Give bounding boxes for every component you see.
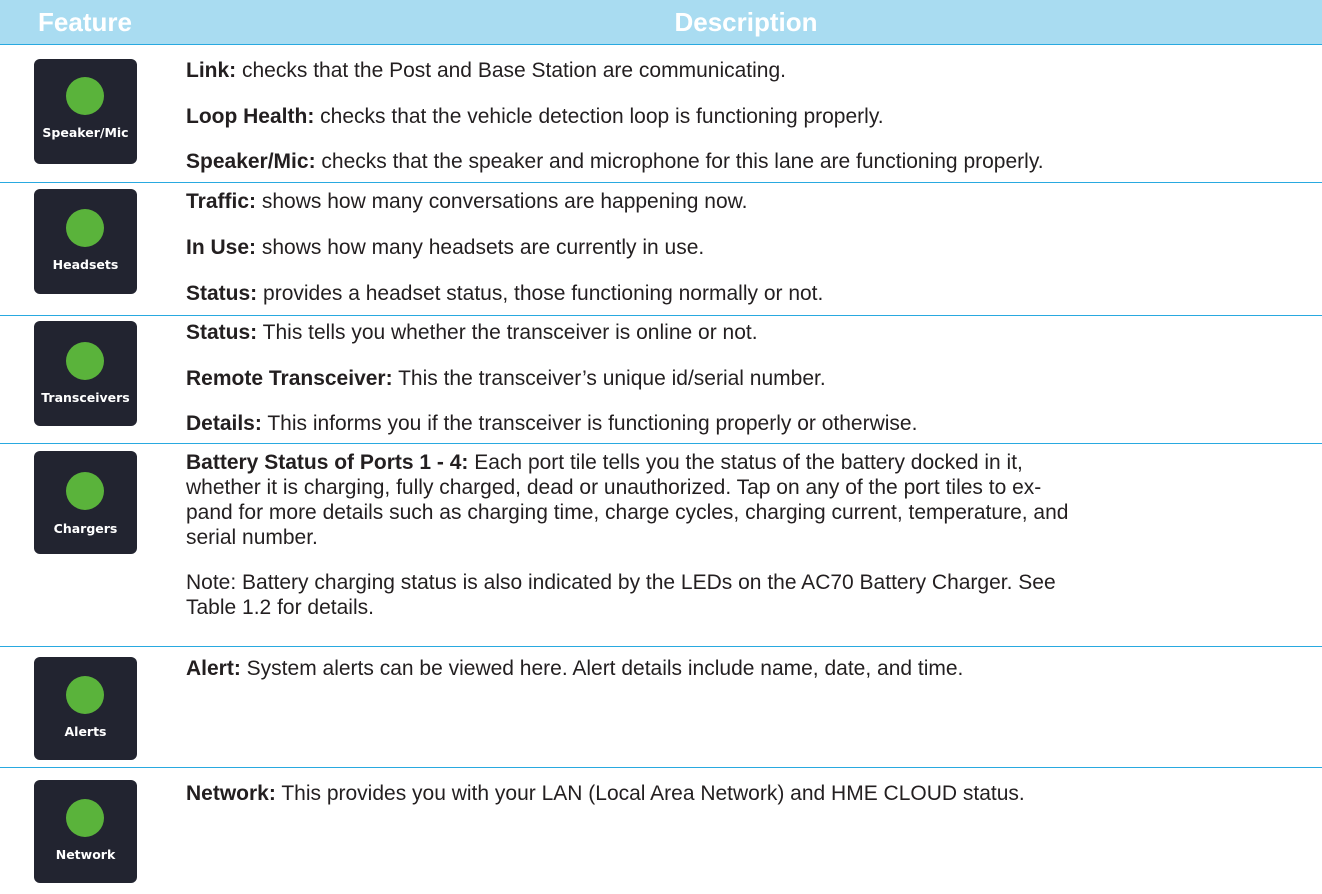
description-line: Status: This tells you whether the trans… (186, 320, 1311, 346)
description-line: Speaker/Mic: checks that the speaker and… (186, 149, 1311, 175)
feature-text: This tells you whether the transceiver i… (257, 321, 758, 344)
feature-text: This the transceiver’s unique id/serial … (392, 367, 826, 390)
feature-text: checks that the Post and Base Station ar… (236, 59, 786, 82)
row-divider (0, 44, 1322, 45)
feature-text: This informs you if the transceiver is f… (261, 412, 918, 435)
row-divider (0, 182, 1322, 183)
table-header: Feature Description (0, 0, 1322, 44)
status-dot-icon (66, 472, 104, 510)
description-line: Loop Health: checks that the vehicle det… (186, 104, 1311, 130)
tile-label: Transceivers (41, 390, 130, 405)
headsets-tile: Headsets (34, 189, 137, 294)
status-dot-icon (66, 342, 104, 380)
feature-term: In Use: (186, 236, 257, 259)
description-line: Battery Status of Ports 1 - 4: Each port… (186, 450, 1311, 476)
feature-text: serial number. (186, 526, 318, 549)
feature-term: Speaker/Mic: (186, 150, 316, 173)
tile-label: Headsets (52, 257, 119, 272)
tile-label: Network (55, 847, 116, 862)
status-dot-icon (66, 799, 104, 837)
feature-text: This provides you with your LAN (Local A… (275, 782, 1025, 805)
status-dot-icon (66, 77, 104, 115)
description-line: whether it is charging, fully charged, d… (186, 475, 1311, 501)
feature-term: Remote Transceiver: (186, 367, 393, 390)
status-dot-icon (66, 676, 104, 714)
feature-term: Traffic: (186, 190, 257, 213)
chargers-tile: Chargers (34, 451, 137, 554)
feature-term: Details: (186, 412, 262, 435)
description-line: Status: provides a headset status, those… (186, 281, 1311, 307)
description-line: pand for more details such as charging t… (186, 500, 1311, 526)
note-text: Table 1.2 for details. (186, 596, 374, 619)
header-description: Description (674, 7, 818, 37)
feature-text: Each port tile tells you the status of t… (468, 451, 1023, 474)
description-line: Traffic: shows how many conversations ar… (186, 189, 1311, 215)
feature-term: Status: (186, 282, 258, 305)
description-line: serial number. (186, 525, 1311, 551)
description-line: In Use: shows how many headsets are curr… (186, 235, 1311, 261)
feature-term: Status: (186, 321, 258, 344)
feature-term: Network: (186, 782, 276, 805)
feature-term: Loop Health: (186, 105, 315, 128)
feature-text: shows how many conversations are happeni… (256, 190, 748, 213)
feature-text: shows how many headsets are currently in… (256, 236, 705, 259)
feature-term: Link: (186, 59, 237, 82)
header-feature: Feature (38, 7, 132, 37)
feature-text: whether it is charging, fully charged, d… (186, 476, 1042, 499)
tile-label: Chargers (53, 521, 118, 536)
transceivers-tile: Transceivers (34, 321, 137, 426)
tile-label: Alerts (64, 724, 107, 739)
description-line: Details: This informs you if the transce… (186, 411, 1311, 437)
note-line: Table 1.2 for details. (186, 595, 1311, 621)
speaker-mic-tile: Speaker/Mic (34, 59, 137, 164)
status-dot-icon (66, 209, 104, 247)
feature-term: Alert: (186, 657, 241, 680)
description-line: Network: This provides you with your LAN… (186, 781, 1311, 807)
feature-text: provides a headset status, those functio… (257, 282, 824, 305)
feature-text: System alerts can be viewed here. Alert … (240, 657, 964, 680)
feature-term: Battery Status of Ports 1 - 4: (186, 451, 469, 474)
tile-label: Speaker/Mic (42, 125, 129, 140)
row-divider (0, 767, 1322, 768)
network-tile: Network (34, 780, 137, 883)
row-divider (0, 443, 1322, 444)
row-divider (0, 646, 1322, 647)
note-line: Note: Battery charging status is also in… (186, 570, 1311, 596)
description-line: Remote Transceiver: This the transceiver… (186, 366, 1311, 392)
description-line: Link: checks that the Post and Base Stat… (186, 58, 1311, 84)
feature-text: checks that the speaker and microphone f… (315, 150, 1044, 173)
row-divider (0, 315, 1322, 316)
alerts-tile: Alerts (34, 657, 137, 760)
note-text: Note: Battery charging status is also in… (186, 571, 1056, 594)
feature-text: pand for more details such as charging t… (186, 501, 1069, 524)
feature-text: checks that the vehicle detection loop i… (314, 105, 884, 128)
description-line: Alert: System alerts can be viewed here.… (186, 656, 1311, 682)
